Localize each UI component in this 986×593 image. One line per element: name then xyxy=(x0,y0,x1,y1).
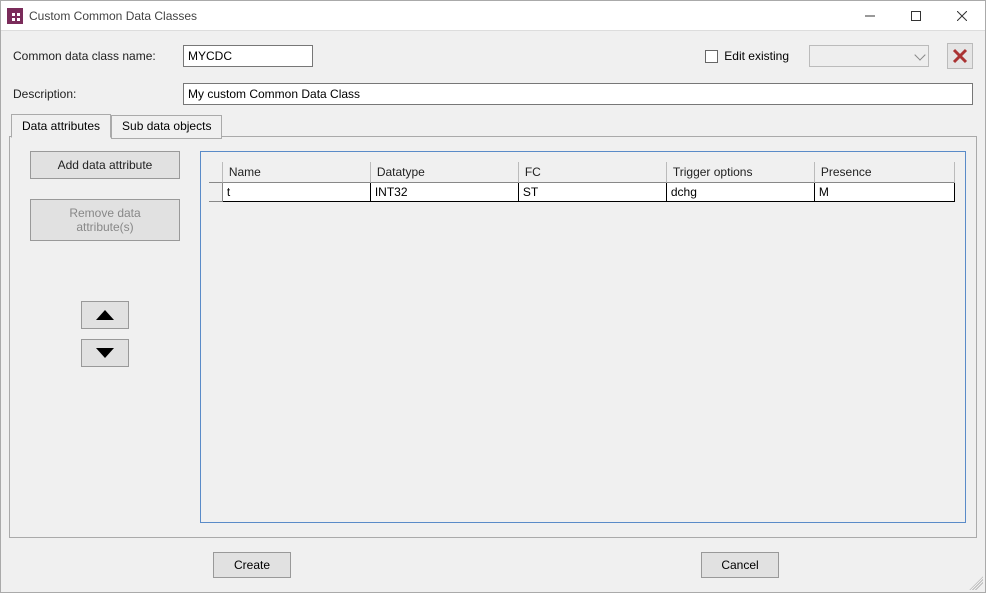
titlebar: Custom Common Data Classes xyxy=(1,1,985,31)
tabs-area: Data attributes Sub data objects Add dat… xyxy=(1,113,985,538)
existing-combo[interactable] xyxy=(809,45,929,67)
name-label: Common data class name: xyxy=(13,49,173,63)
arrow-down-icon xyxy=(96,348,114,358)
attributes-grid[interactable]: Name Datatype FC Trigger options Presenc… xyxy=(209,162,955,202)
edit-existing-label: Edit existing xyxy=(724,49,789,63)
col-header-name[interactable]: Name xyxy=(223,162,371,183)
cancel-button[interactable]: Cancel xyxy=(701,552,779,578)
row-selector[interactable] xyxy=(209,183,223,202)
cell-trigger[interactable]: dchg xyxy=(667,183,815,202)
delete-button[interactable] xyxy=(947,43,973,69)
row-header-corner xyxy=(209,162,223,183)
col-header-fc[interactable]: FC xyxy=(519,162,667,183)
button-label: Remove data attribute(s) xyxy=(69,206,140,234)
maximize-icon xyxy=(911,11,921,21)
dialog-window: Custom Common Data Classes Common data c… xyxy=(0,0,986,593)
minimize-button[interactable] xyxy=(847,1,893,30)
description-input[interactable] xyxy=(183,83,973,105)
button-label: Add data attribute xyxy=(58,158,153,172)
form-row-name: Common data class name: Edit existing xyxy=(13,43,973,69)
close-button[interactable] xyxy=(939,1,985,30)
arrow-up-icon xyxy=(96,310,114,320)
move-up-button[interactable] xyxy=(81,301,129,329)
app-icon xyxy=(7,8,23,24)
table-row[interactable]: t INT32 ST dchg M xyxy=(209,183,955,202)
window-title: Custom Common Data Classes xyxy=(29,9,197,23)
side-controls: Add data attribute Remove data attribute… xyxy=(20,151,190,523)
delete-x-icon xyxy=(951,47,969,65)
cell-presence[interactable]: M xyxy=(815,183,955,202)
remove-attribute-button[interactable]: Remove data attribute(s) xyxy=(30,199,180,241)
resize-grip[interactable] xyxy=(969,576,983,590)
move-down-button[interactable] xyxy=(81,339,129,367)
cell-datatype[interactable]: INT32 xyxy=(371,183,519,202)
tab-label: Sub data objects xyxy=(122,119,211,133)
footer: Create Cancel xyxy=(1,538,985,592)
tab-sub-data-objects[interactable]: Sub data objects xyxy=(111,115,222,139)
window-controls xyxy=(847,1,985,30)
tab-strip: Data attributes Sub data objects xyxy=(9,113,977,137)
tab-label: Data attributes xyxy=(22,119,100,133)
tab-panel: Add data attribute Remove data attribute… xyxy=(9,136,977,538)
add-attribute-button[interactable]: Add data attribute xyxy=(30,151,180,179)
button-label: Create xyxy=(234,558,270,572)
create-button[interactable]: Create xyxy=(213,552,291,578)
minimize-icon xyxy=(865,11,875,21)
cell-fc[interactable]: ST xyxy=(519,183,667,202)
col-header-presence[interactable]: Presence xyxy=(815,162,955,183)
grid-area: Name Datatype FC Trigger options Presenc… xyxy=(200,151,966,523)
grid-header: Name Datatype FC Trigger options Presenc… xyxy=(209,162,955,183)
form-area: Common data class name: Edit existing De… xyxy=(1,31,985,113)
name-input[interactable] xyxy=(183,45,313,67)
cell-name[interactable]: t xyxy=(223,183,371,202)
tab-data-attributes[interactable]: Data attributes xyxy=(11,114,111,138)
edit-existing-checkbox[interactable] xyxy=(705,50,718,63)
close-icon xyxy=(957,11,967,21)
edit-existing-wrap[interactable]: Edit existing xyxy=(705,49,789,63)
col-header-trigger[interactable]: Trigger options xyxy=(667,162,815,183)
form-row-description: Description: xyxy=(13,83,973,105)
button-label: Cancel xyxy=(721,558,758,572)
description-label: Description: xyxy=(13,87,173,101)
chevron-down-icon xyxy=(914,49,925,60)
col-header-datatype[interactable]: Datatype xyxy=(371,162,519,183)
maximize-button[interactable] xyxy=(893,1,939,30)
